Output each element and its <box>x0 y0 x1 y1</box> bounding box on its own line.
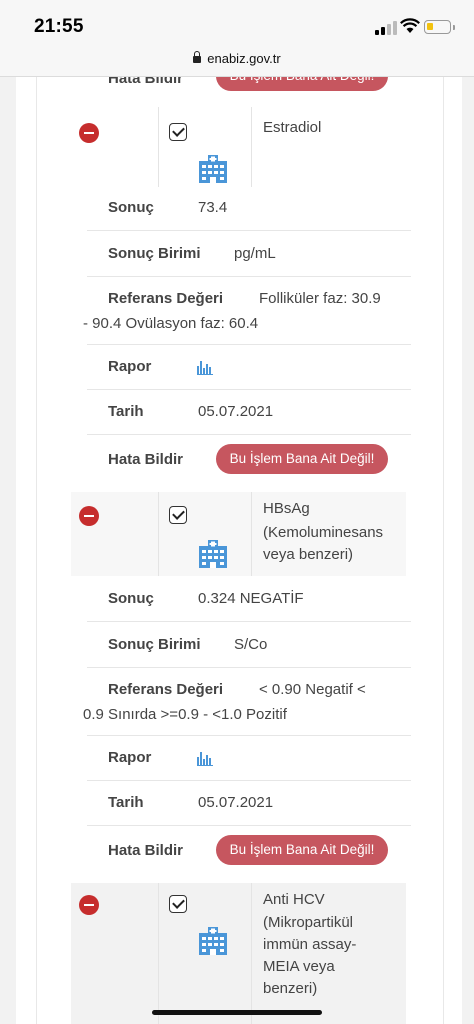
hospital-icon <box>199 927 227 955</box>
home-indicator[interactable] <box>152 1010 322 1015</box>
hospital-icon <box>199 540 227 568</box>
test-name-line3: veya benzeri) <box>263 546 354 563</box>
test-name-line3: immün assay- <box>263 936 357 953</box>
reference-label: Referans Değeri <box>108 290 224 307</box>
divider <box>87 667 411 668</box>
result-label: Sonuç <box>108 199 154 216</box>
partial-not-mine-button[interactable]: Bu İşlem Bana Ait Değil! <box>216 77 388 91</box>
result-value: 73.4 <box>198 199 228 216</box>
lock-icon <box>193 51 202 63</box>
url-text[interactable]: enabiz.gov.tr <box>207 51 280 66</box>
reference-label: Referans Değeri <box>108 681 224 698</box>
test-name: Estradiol <box>263 119 322 136</box>
divider <box>87 434 411 435</box>
divider <box>87 276 411 277</box>
not-mine-button[interactable]: Bu İşlem Bana Ait Değil! <box>216 835 388 865</box>
date-label: Tarih <box>108 794 144 811</box>
bar-chart-icon[interactable] <box>197 752 214 766</box>
test-name-line2: (Mikropartikül <box>263 914 354 931</box>
date-label: Tarih <box>108 403 144 420</box>
report-error-label: Hata Bildir <box>108 842 184 859</box>
date-value: 05.07.2021 <box>198 794 274 811</box>
checkbox-icon[interactable] <box>169 506 187 524</box>
unit-label: Sonuç Birimi <box>108 245 201 262</box>
remove-icon[interactable] <box>79 895 99 915</box>
unit-label: Sonuç Birimi <box>108 636 201 653</box>
hospital-icon <box>199 155 227 183</box>
divider <box>87 825 411 826</box>
result-label: Sonuç <box>108 590 154 607</box>
divider <box>87 230 411 231</box>
divider <box>87 344 411 345</box>
unit-value: S/Co <box>234 636 268 653</box>
reference-value-line2: 0.9 Sınırda >=0.9 - <1.0 Pozitif <box>83 706 287 723</box>
divider <box>87 735 411 736</box>
url-text-wrap[interactable]: enabiz.gov.tr <box>0 51 474 66</box>
page-content: Hata Bildir Bu İşlem Bana Ait Değil! Est… <box>16 77 462 1024</box>
status-time: 21:55 <box>34 16 84 37</box>
reference-value-line2: - 90.4 Ovülasyon faz: 60.4 <box>83 315 259 332</box>
test-name-line4: MEIA veya <box>263 958 335 975</box>
not-mine-button[interactable]: Bu İşlem Bana Ait Değil! <box>216 444 388 474</box>
divider <box>87 621 411 622</box>
remove-icon[interactable] <box>79 506 99 526</box>
browser-url-bar[interactable]: enabiz.gov.tr <box>0 46 474 77</box>
test-name-line1: HBsAg <box>263 500 310 517</box>
remove-icon[interactable] <box>79 123 99 143</box>
result-value: 0.324 NEGATİF <box>198 590 304 607</box>
unit-value: pg/mL <box>234 245 276 262</box>
report-label: Rapor <box>108 358 152 375</box>
reference-value-line1: Folliküler faz: 30.9 <box>259 290 381 307</box>
date-value: 05.07.2021 <box>198 403 274 420</box>
test-name-line1: Anti HCV <box>263 891 325 908</box>
report-error-label: Hata Bildir <box>108 451 184 468</box>
bar-chart-icon[interactable] <box>197 361 214 375</box>
reference-value-line1: < 0.90 Negatif < <box>259 681 366 698</box>
battery-icon <box>424 20 455 34</box>
test-name-line5: benzeri) <box>263 980 318 997</box>
divider <box>87 389 411 390</box>
checkbox-icon[interactable] <box>169 895 187 913</box>
divider <box>87 780 411 781</box>
checkbox-icon[interactable] <box>169 123 187 141</box>
status-bar: 21:55 <box>0 0 474 46</box>
report-label: Rapor <box>108 749 152 766</box>
test-header-estradiol <box>71 107 406 187</box>
partial-report-error-label: Hata Bildir <box>108 77 184 87</box>
signal-icon <box>375 21 397 35</box>
test-name-line2: (Kemoluminesans <box>263 524 384 541</box>
wifi-icon <box>400 18 420 33</box>
